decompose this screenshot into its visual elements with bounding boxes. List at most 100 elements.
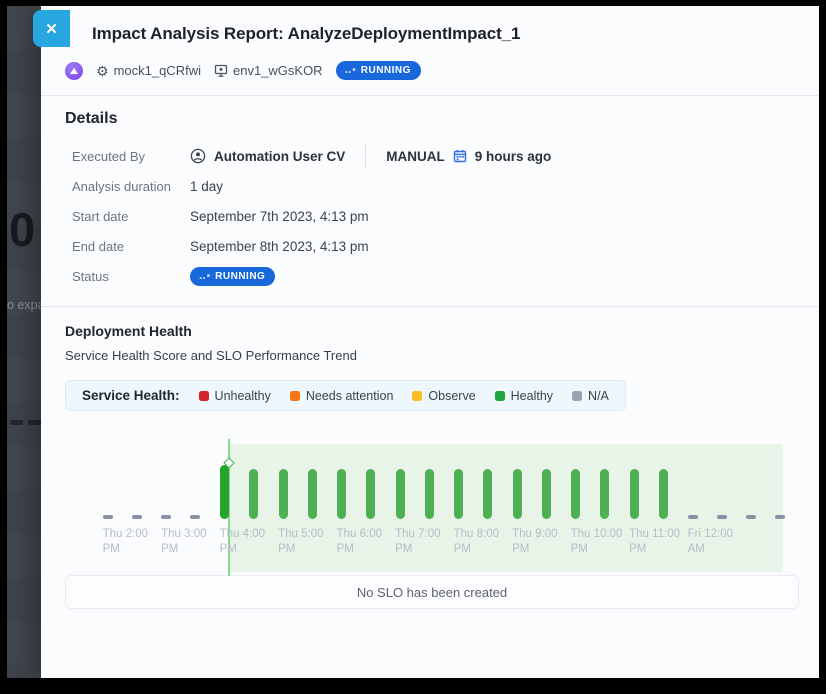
x-tick-label: Thu 9:00PM bbox=[512, 527, 557, 557]
status-label: Status bbox=[65, 269, 190, 284]
health-bar bbox=[571, 469, 580, 519]
chart-slot[interactable] bbox=[620, 435, 649, 519]
chart-slot[interactable] bbox=[269, 435, 298, 519]
executed-by-row: Executed By Automation User CV MANUAL bbox=[65, 141, 799, 171]
deployment-health-section: Deployment Health Service Health Score a… bbox=[41, 307, 819, 609]
chart-slot[interactable] bbox=[707, 435, 736, 519]
health-bar bbox=[308, 469, 317, 519]
x-tick-label: Fri 12:00AM bbox=[688, 527, 733, 557]
legend-title: Service Health: bbox=[82, 388, 180, 403]
chart-slot[interactable] bbox=[386, 435, 415, 519]
chart-slot[interactable] bbox=[649, 435, 678, 519]
chart-slot[interactable] bbox=[181, 435, 210, 519]
status-row: Status ‥• RUNNING bbox=[65, 261, 799, 291]
x-tick-label: Thu 10:00PM bbox=[571, 527, 623, 557]
x-tick-label: Thu 5:00PM bbox=[278, 527, 323, 557]
impact-analysis-modal: ✕ Impact Analysis Report: AnalyzeDeploym… bbox=[41, 6, 819, 678]
service-health-legend: Service Health: Unhealthy Needs attention… bbox=[65, 380, 626, 411]
x-tick-label: Thu 6:00PM bbox=[337, 527, 382, 557]
executed-by-label: Executed By bbox=[65, 149, 190, 164]
chart-slot[interactable] bbox=[415, 435, 444, 519]
legend-item: Observe bbox=[412, 389, 475, 403]
service-avatar-icon bbox=[65, 62, 83, 80]
service-health-chart: Thu 2:00PMThu 3:00PMThu 4:00PMThu 5:00PM… bbox=[93, 435, 795, 519]
health-bar bbox=[425, 469, 434, 519]
chart-slot[interactable] bbox=[152, 435, 181, 519]
modal-header: Impact Analysis Report: AnalyzeDeploymen… bbox=[41, 6, 819, 80]
chart-slot[interactable] bbox=[356, 435, 385, 519]
service-name[interactable]: ⚙ mock1_qCRfwi bbox=[96, 63, 201, 78]
health-bar bbox=[483, 469, 492, 519]
start-date-value: September 7th 2023, 4:13 pm bbox=[190, 209, 799, 224]
health-bar bbox=[454, 469, 463, 519]
x-tick-label: Thu 8:00PM bbox=[454, 527, 499, 557]
chart-bars bbox=[93, 435, 795, 519]
legend-swatch-icon bbox=[199, 391, 209, 401]
end-date-value: September 8th 2023, 4:13 pm bbox=[190, 239, 799, 254]
legend-swatch-icon bbox=[290, 391, 300, 401]
chart-slot[interactable] bbox=[210, 435, 239, 519]
executed-by-user: Automation User CV bbox=[214, 149, 345, 164]
health-bar bbox=[659, 469, 668, 519]
chart-slot[interactable] bbox=[473, 435, 502, 519]
x-tick-label: Thu 3:00PM bbox=[161, 527, 206, 557]
screenshot-frame: 0 o expa ✕ Impact Analysis Report: Analy… bbox=[0, 0, 826, 694]
end-date-label: End date bbox=[65, 239, 190, 254]
x-tick-label: Thu 11:00PM bbox=[629, 527, 680, 557]
vertical-separator bbox=[365, 145, 366, 167]
chart-slot[interactable] bbox=[327, 435, 356, 519]
chart-slot[interactable] bbox=[678, 435, 707, 519]
environment-name[interactable]: env1_wGsKOR bbox=[214, 63, 323, 78]
legend-swatch-icon bbox=[495, 391, 505, 401]
start-date-row: Start date September 7th 2023, 4:13 pm bbox=[65, 201, 799, 231]
analysis-duration-label: Analysis duration bbox=[65, 179, 190, 194]
chart-slot[interactable] bbox=[239, 435, 268, 519]
report-meta-row: ⚙ mock1_qCRfwi env1_wGsKOR ‥• RUNNING bbox=[65, 61, 799, 80]
chart-slot[interactable] bbox=[444, 435, 473, 519]
health-bar bbox=[600, 469, 609, 519]
chart-slot[interactable] bbox=[532, 435, 561, 519]
x-tick-label: Thu 2:00PM bbox=[103, 527, 148, 557]
chart-slot[interactable] bbox=[561, 435, 590, 519]
executed-time: 9 hours ago bbox=[475, 149, 552, 164]
health-bar bbox=[249, 469, 258, 519]
legend-item: N/A bbox=[572, 389, 609, 403]
analysis-duration-value: 1 day bbox=[190, 179, 799, 194]
health-bar bbox=[279, 469, 288, 519]
calendar-icon bbox=[453, 149, 467, 163]
health-bar bbox=[337, 469, 346, 519]
end-date-row: End date September 8th 2023, 4:13 pm bbox=[65, 231, 799, 261]
user-icon bbox=[190, 148, 206, 164]
chart-slot[interactable] bbox=[766, 435, 795, 519]
details-heading: Details bbox=[65, 110, 799, 128]
close-icon: ✕ bbox=[45, 20, 58, 38]
legend-item: Needs attention bbox=[290, 389, 394, 403]
deployment-health-heading: Deployment Health bbox=[65, 323, 799, 339]
legend-swatch-icon bbox=[572, 391, 582, 401]
chart-slot[interactable] bbox=[298, 435, 327, 519]
no-slo-message: No SLO has been created bbox=[357, 585, 507, 600]
background-count: 0 bbox=[9, 202, 34, 257]
legend-item: Unhealthy bbox=[199, 389, 271, 403]
legend-swatch-icon bbox=[412, 391, 422, 401]
gear-icon: ⚙ bbox=[96, 64, 109, 78]
page-title: Impact Analysis Report: AnalyzeDeploymen… bbox=[65, 24, 799, 44]
environment-icon bbox=[214, 64, 228, 78]
start-date-label: Start date bbox=[65, 209, 190, 224]
loading-dots-icon: ‥• bbox=[345, 65, 357, 76]
chart-x-axis: Thu 2:00PMThu 3:00PMThu 4:00PMThu 5:00PM… bbox=[93, 519, 795, 559]
background-dash bbox=[28, 420, 41, 425]
health-bar bbox=[542, 469, 551, 519]
chart-slot[interactable] bbox=[503, 435, 532, 519]
chart-slot[interactable] bbox=[93, 435, 122, 519]
trigger-type: MANUAL bbox=[386, 149, 445, 164]
chart-slot[interactable] bbox=[737, 435, 766, 519]
health-bar bbox=[630, 469, 639, 519]
chart-subtitle: Service Health Score and SLO Performance… bbox=[65, 348, 799, 363]
chart-slot[interactable] bbox=[590, 435, 619, 519]
health-bar bbox=[366, 469, 375, 519]
health-bar bbox=[396, 469, 405, 519]
x-tick-label: Thu 7:00PM bbox=[395, 527, 440, 557]
chart-slot[interactable] bbox=[122, 435, 151, 519]
close-button[interactable]: ✕ bbox=[33, 10, 70, 47]
